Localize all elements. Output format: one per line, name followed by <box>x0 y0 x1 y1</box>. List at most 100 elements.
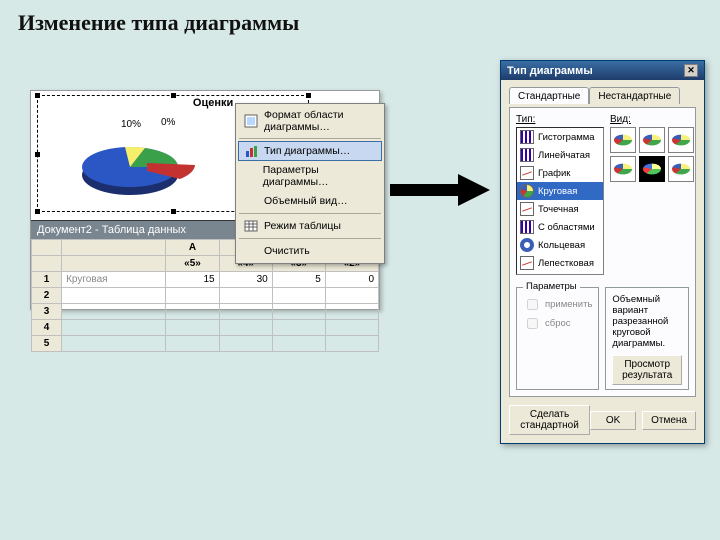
cell[interactable]: 0 <box>325 272 378 288</box>
type-item-radar[interactable]: Лепестковая <box>517 254 603 272</box>
arrow-icon <box>390 170 490 210</box>
checkbox-label: сброс <box>545 318 571 329</box>
cell[interactable] <box>325 320 378 336</box>
cell[interactable] <box>219 336 272 352</box>
row-label[interactable]: Круговая <box>62 272 166 288</box>
tab-nonstandard[interactable]: Нестандартные <box>589 87 680 104</box>
tab-standard[interactable]: Стандартные <box>509 87 589 104</box>
close-button[interactable]: ✕ <box>684 64 698 77</box>
type-item-label: График <box>538 168 570 179</box>
corner-label-cell[interactable] <box>62 240 166 256</box>
menu-separator <box>239 238 381 239</box>
cell[interactable] <box>272 304 325 320</box>
subtype-cell[interactable] <box>610 156 636 182</box>
cell[interactable] <box>219 320 272 336</box>
menu-item-chart-options[interactable]: Параметры диаграммы… <box>238 161 382 191</box>
cell[interactable] <box>272 320 325 336</box>
menu-item-datasheet[interactable]: Режим таблицы <box>238 216 382 236</box>
menu-item-label: Режим таблицы <box>264 220 341 232</box>
type-item-doughnut[interactable]: Кольцевая <box>517 236 603 254</box>
subtype-cell[interactable] <box>668 156 694 182</box>
col-letter[interactable]: A <box>166 240 219 256</box>
subtype-cell[interactable] <box>639 127 665 153</box>
row-number[interactable]: 5 <box>32 336 62 352</box>
slide-title: Изменение типа диаграммы <box>18 10 299 36</box>
blank-rowhead[interactable] <box>32 256 62 272</box>
checkbox-input[interactable] <box>527 318 538 329</box>
ok-button[interactable]: OK <box>590 411 636 430</box>
column-header[interactable]: «5» <box>166 256 219 272</box>
pie-icon <box>520 184 534 198</box>
cell[interactable] <box>272 288 325 304</box>
menu-item-format-chart-area[interactable]: Формат области диаграммы… <box>238 106 382 136</box>
type-item-area[interactable]: С областями <box>517 218 603 236</box>
cell[interactable]: 15 <box>166 272 219 288</box>
corner-cell[interactable] <box>32 240 62 256</box>
line-icon <box>520 166 534 180</box>
checkbox-input[interactable] <box>527 299 538 310</box>
set-default-button[interactable]: Сделать стандартной <box>509 405 590 435</box>
table-row[interactable]: 4 <box>32 320 379 336</box>
cell[interactable]: 30 <box>219 272 272 288</box>
type-item-label: Лепестковая <box>538 258 594 269</box>
menu-item-3d-view[interactable]: Объемный вид… <box>238 191 382 211</box>
row-number[interactable]: 1 <box>32 272 62 288</box>
row-number[interactable]: 2 <box>32 288 62 304</box>
ring-icon <box>520 238 534 252</box>
preview-button[interactable]: Просмотр результата <box>612 355 682 385</box>
type-item-bar[interactable]: Линейчатая <box>517 146 603 164</box>
row-label[interactable] <box>62 320 166 336</box>
blank-icon <box>244 194 258 208</box>
cell[interactable] <box>219 288 272 304</box>
cell[interactable] <box>325 288 378 304</box>
blank-label-head[interactable] <box>62 256 166 272</box>
table-row[interactable]: 1 Круговая 15 30 5 0 <box>32 272 379 288</box>
row-label[interactable] <box>62 304 166 320</box>
type-item-pie[interactable]: Круговая <box>517 182 603 200</box>
table-row[interactable]: 3 <box>32 304 379 320</box>
dialog-titlebar[interactable]: Тип диаграммы ✕ <box>501 61 704 80</box>
blank-icon <box>244 169 257 183</box>
scatter-icon <box>520 202 534 216</box>
subtype-cell-selected[interactable] <box>639 156 665 182</box>
type-item-label: Линейчатая <box>538 150 590 161</box>
row-label[interactable] <box>62 288 166 304</box>
menu-separator <box>239 213 381 214</box>
row-number[interactable]: 3 <box>32 304 62 320</box>
dialog-title-text: Тип диаграммы <box>507 65 593 77</box>
cell[interactable] <box>325 304 378 320</box>
checkbox-reset[interactable]: сброс <box>523 315 592 332</box>
checkbox-apply[interactable]: применить <box>523 296 592 313</box>
cell[interactable] <box>166 320 219 336</box>
type-item-surface[interactable]: Поверхность <box>517 272 603 275</box>
cell[interactable]: 5 <box>272 272 325 288</box>
context-menu: Формат области диаграммы… Тип диаграммы…… <box>235 103 385 264</box>
table-row[interactable]: 2 <box>32 288 379 304</box>
area-icon <box>520 220 534 234</box>
cell[interactable] <box>219 304 272 320</box>
type-item-scatter[interactable]: Точечная <box>517 200 603 218</box>
subtype-cell[interactable] <box>668 127 694 153</box>
type-item-label: Круговая <box>538 186 577 197</box>
hbar-icon <box>520 148 534 162</box>
type-item-histogram[interactable]: Гистограмма <box>517 128 603 146</box>
surface-icon <box>520 274 534 275</box>
cell[interactable] <box>272 336 325 352</box>
row-number[interactable]: 4 <box>32 320 62 336</box>
cell[interactable] <box>166 288 219 304</box>
table-row[interactable]: 5 <box>32 336 379 352</box>
menu-item-chart-type[interactable]: Тип диаграммы… <box>238 141 382 161</box>
cell[interactable] <box>166 304 219 320</box>
chart-area[interactable]: Оценки 10% 0% Формат области диаграммы… <box>31 91 379 221</box>
params-group-title: Параметры <box>523 281 580 292</box>
chart-type-list[interactable]: Гистограмма Линейчатая График Круговая Т… <box>516 127 604 275</box>
pie-chart-3d[interactable] <box>75 131 205 201</box>
cell[interactable] <box>166 336 219 352</box>
chart-type-dialog: Тип диаграммы ✕ Стандартные Нестандартны… <box>500 60 705 444</box>
cancel-button[interactable]: Отмена <box>642 411 696 430</box>
subtype-cell[interactable] <box>610 127 636 153</box>
cell[interactable] <box>325 336 378 352</box>
type-item-line[interactable]: График <box>517 164 603 182</box>
menu-item-clear[interactable]: Очистить <box>238 241 382 261</box>
row-label[interactable] <box>62 336 166 352</box>
